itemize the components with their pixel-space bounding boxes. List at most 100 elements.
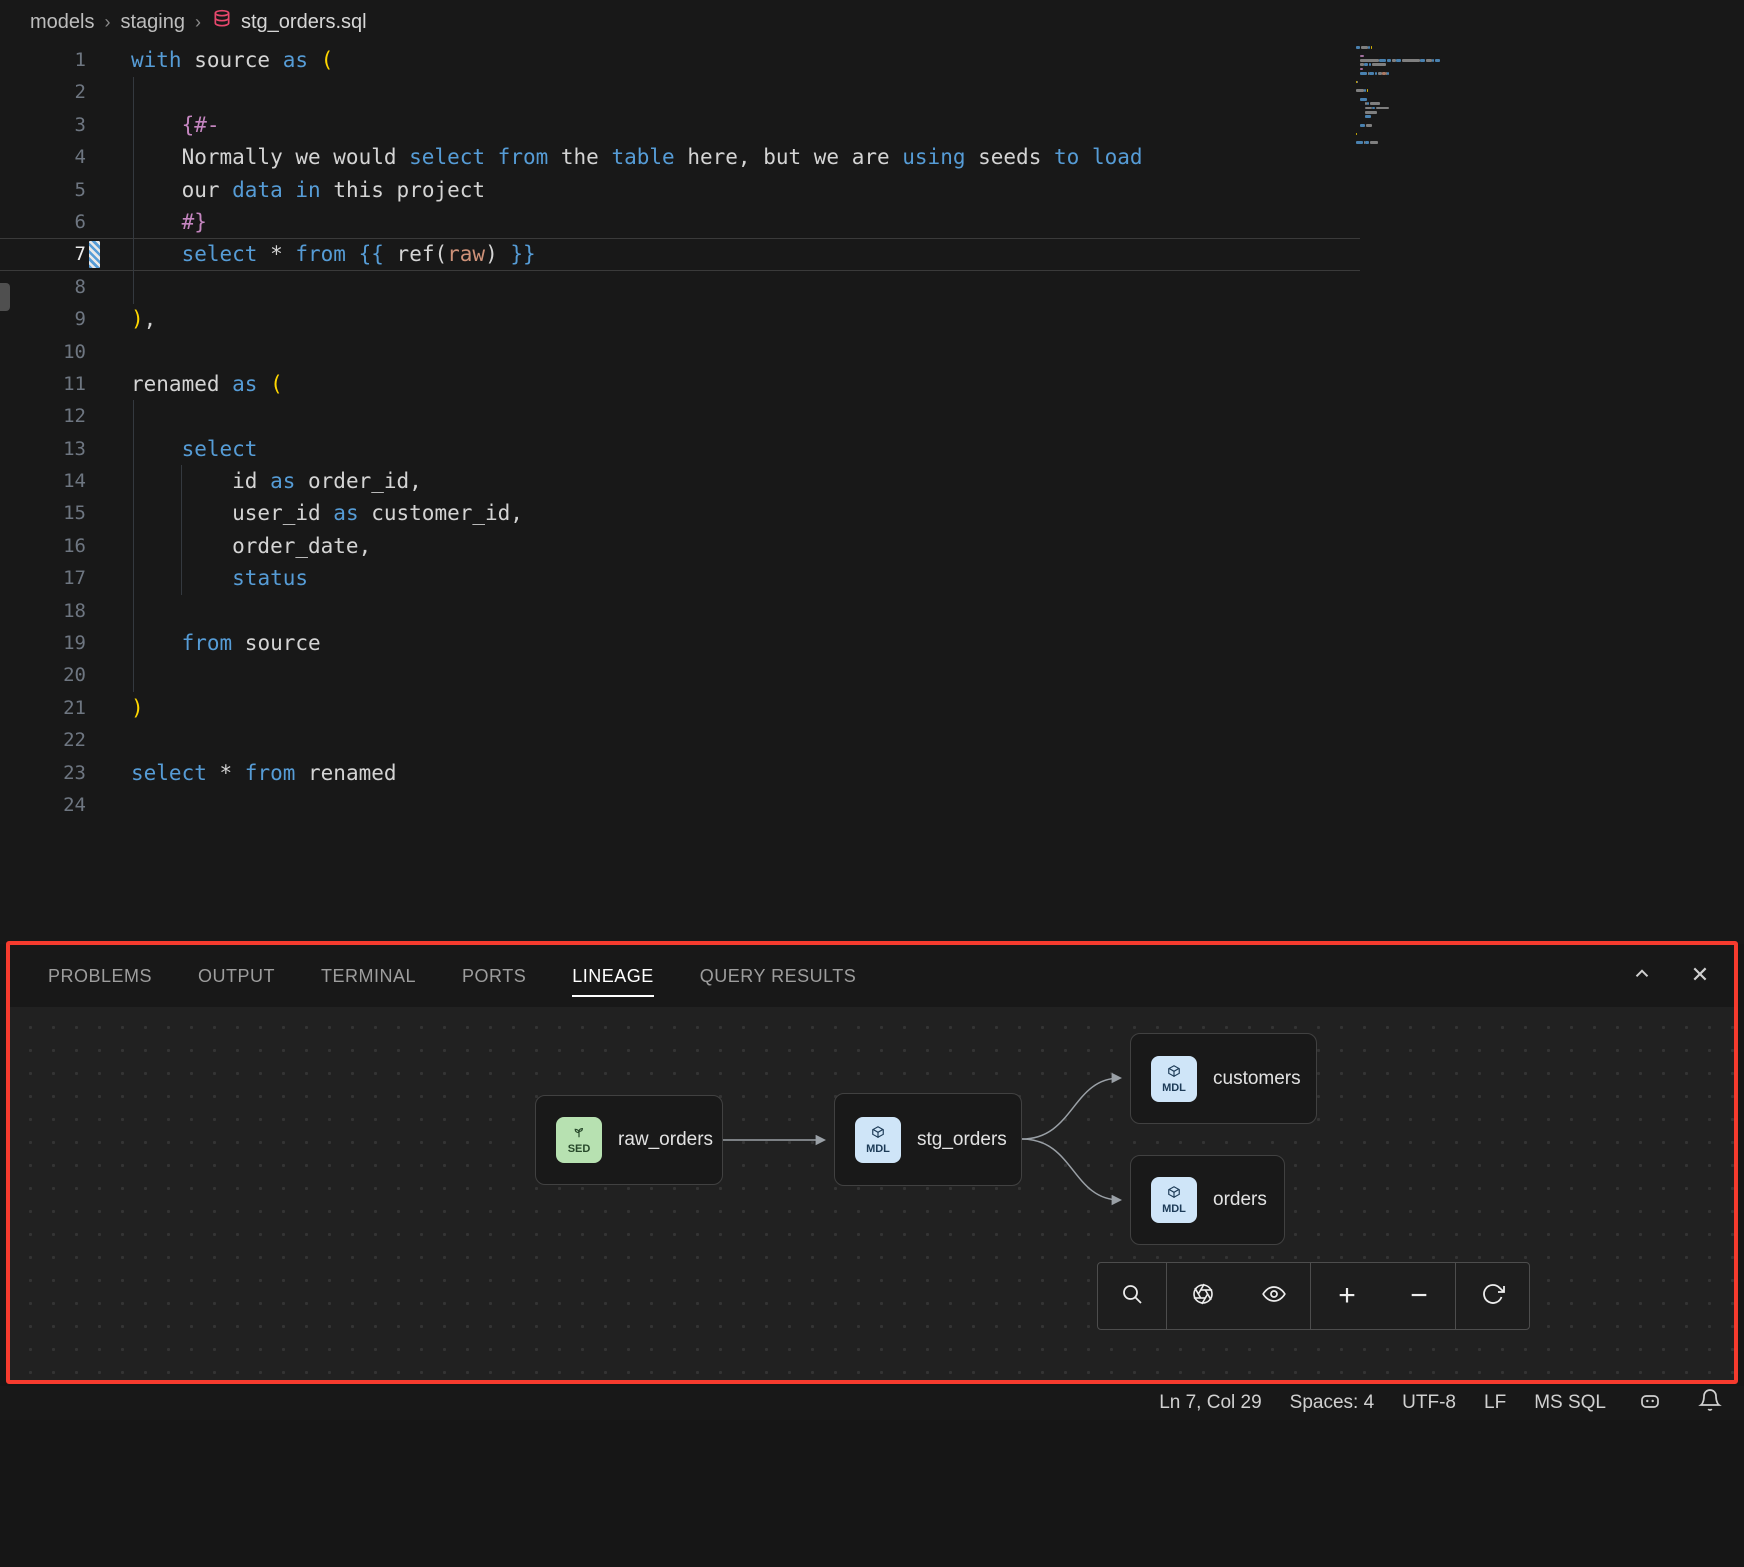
gutter-decoration (86, 497, 131, 529)
line-number[interactable]: 13 (0, 433, 86, 465)
code-line[interactable]: 22 (0, 724, 1744, 756)
bottom-panel: PROBLEMS OUTPUT TERMINAL PORTS LINEAGE QUERY … (10, 945, 1734, 1382)
search-icon (1120, 1282, 1144, 1311)
model-badge: MDL (1151, 1177, 1197, 1223)
tab-lineage[interactable]: LINEAGE (572, 966, 654, 987)
line-number[interactable]: 18 (0, 595, 86, 627)
line-number[interactable]: 5 (0, 174, 86, 206)
seed-badge-label: SED (568, 1143, 591, 1155)
line-number[interactable]: 8 (0, 271, 86, 303)
aperture-icon (1191, 1282, 1215, 1311)
code-line[interactable]: 5 our data in this project (0, 174, 1744, 206)
line-number[interactable]: 24 (0, 789, 86, 821)
cube-icon (1167, 1064, 1181, 1081)
line-number[interactable]: 2 (0, 76, 86, 108)
code-text: select * from {{ ref(raw) }} (131, 238, 536, 270)
search-button[interactable] (1110, 1274, 1154, 1318)
breadcrumb-separator: › (104, 12, 110, 33)
lineage-node-customers[interactable]: MDL customers (1130, 1033, 1317, 1124)
close-icon: ✕ (1691, 962, 1709, 988)
code-line[interactable]: 14 id as order_id, (0, 465, 1744, 497)
zoom-out-button[interactable]: − (1397, 1274, 1441, 1318)
code-line[interactable]: 24 (0, 789, 1744, 821)
line-number[interactable]: 7 (0, 238, 86, 270)
status-eol[interactable]: LF (1484, 1392, 1506, 1414)
node-label: orders (1213, 1189, 1267, 1211)
line-number[interactable]: 21 (0, 692, 86, 724)
line-number[interactable]: 1 (0, 44, 86, 76)
status-encoding[interactable]: UTF-8 (1402, 1392, 1456, 1414)
notifications-button[interactable] (1694, 1387, 1726, 1419)
code-text: ) (131, 692, 144, 724)
breadcrumb-item-staging[interactable]: staging (120, 11, 185, 34)
breadcrumb-item-models[interactable]: models (30, 11, 94, 34)
code-line[interactable]: 12 (0, 400, 1744, 432)
code-line[interactable]: 6 #} (0, 206, 1744, 238)
breadcrumb-file[interactable]: stg_orders.sql (211, 9, 367, 35)
line-number[interactable]: 16 (0, 530, 86, 562)
refresh-button[interactable] (1471, 1274, 1515, 1318)
status-indentation[interactable]: Spaces: 4 (1290, 1392, 1375, 1414)
status-cursor-position[interactable]: Ln 7, Col 29 (1159, 1392, 1261, 1414)
zoom-in-button[interactable]: + (1325, 1274, 1369, 1318)
lineage-node-raw-orders[interactable]: SED raw_orders (535, 1095, 723, 1185)
copilot-button[interactable] (1634, 1387, 1666, 1419)
lineage-canvas[interactable]: SED raw_orders MDL stg_orders (10, 1007, 1734, 1382)
line-number[interactable]: 3 (0, 109, 86, 141)
line-number[interactable]: 19 (0, 627, 86, 659)
code-line[interactable]: 16 order_date, (0, 530, 1744, 562)
minimap[interactable] (1356, 46, 1518, 150)
status-language-mode[interactable]: MS SQL (1534, 1392, 1606, 1414)
aperture-button[interactable] (1181, 1274, 1225, 1318)
tab-ports[interactable]: PORTS (462, 966, 526, 987)
code-line[interactable]: 9), (0, 303, 1744, 335)
status-items: Ln 7, Col 29 Spaces: 4 UTF-8 LF MS SQL (1159, 1392, 1606, 1414)
gutter-decoration (86, 336, 131, 368)
code-line[interactable]: 21) (0, 692, 1744, 724)
panel-actions: ✕ (1626, 959, 1716, 991)
gutter-decoration (86, 141, 131, 173)
lineage-node-orders[interactable]: MDL orders (1130, 1155, 1285, 1245)
gutter-decoration (86, 757, 131, 789)
code-line[interactable]: 19 from source (0, 627, 1744, 659)
status-bar: Ln 7, Col 29 Spaces: 4 UTF-8 LF MS SQL (0, 1386, 1744, 1420)
code-line[interactable]: 23select * from renamed (0, 757, 1744, 789)
code-line[interactable]: 13 select (0, 433, 1744, 465)
lineage-node-stg-orders[interactable]: MDL stg_orders (834, 1093, 1022, 1186)
code-line[interactable]: 11renamed as ( (0, 368, 1744, 400)
tab-terminal[interactable]: TERMINAL (321, 966, 416, 987)
tab-query-results[interactable]: QUERY RESULTS (700, 966, 857, 987)
line-number[interactable]: 20 (0, 659, 86, 691)
line-number[interactable]: 14 (0, 465, 86, 497)
panel-close-button[interactable]: ✕ (1684, 959, 1716, 991)
visibility-button[interactable] (1252, 1274, 1296, 1318)
panel-collapse-button[interactable] (1626, 959, 1658, 991)
code-line[interactable]: 15 user_id as customer_id, (0, 497, 1744, 529)
line-number[interactable]: 6 (0, 206, 86, 238)
line-number[interactable]: 11 (0, 368, 86, 400)
line-number[interactable]: 9 (0, 303, 86, 335)
gutter-decoration (86, 465, 131, 497)
line-number[interactable]: 15 (0, 497, 86, 529)
line-number[interactable]: 17 (0, 562, 86, 594)
lineage-toolbar: + − (1097, 1262, 1530, 1330)
line-number[interactable]: 23 (0, 757, 86, 789)
gutter-decoration (86, 174, 131, 206)
code-editor[interactable]: 1with source as (23 {#-4 Normally we wou… (0, 44, 1744, 944)
line-number[interactable]: 22 (0, 724, 86, 756)
indent-guide (181, 465, 182, 595)
code-line[interactable]: 7 select * from {{ ref(raw) }} (0, 238, 1744, 270)
code-line[interactable]: 10 (0, 336, 1744, 368)
code-line[interactable]: 17 status (0, 562, 1744, 594)
line-number[interactable]: 10 (0, 336, 86, 368)
line-number[interactable]: 4 (0, 141, 86, 173)
code-line[interactable]: 8 (0, 271, 1744, 303)
code-line[interactable]: 18 (0, 595, 1744, 627)
line-number[interactable]: 12 (0, 400, 86, 432)
gutter-decoration (86, 400, 131, 432)
code-text: ), (131, 303, 156, 335)
tab-problems[interactable]: PROBLEMS (48, 966, 152, 987)
database-icon (211, 9, 233, 35)
code-line[interactable]: 20 (0, 659, 1744, 691)
tab-output[interactable]: OUTPUT (198, 966, 275, 987)
